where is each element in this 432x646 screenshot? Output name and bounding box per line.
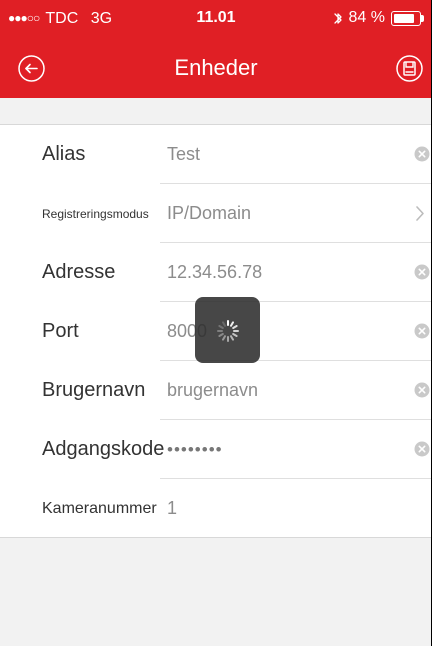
camera-number-row[interactable]: Kameranummer 1 bbox=[0, 479, 432, 538]
clear-icon[interactable] bbox=[414, 382, 430, 398]
clear-icon[interactable] bbox=[414, 323, 430, 339]
battery-percent: 84 % bbox=[348, 9, 385, 26]
username-field[interactable]: brugernavn bbox=[167, 361, 258, 420]
password-row[interactable]: Adgangskode •••••••• bbox=[0, 420, 432, 479]
address-row[interactable]: Adresse 12.34.56.78 bbox=[0, 243, 432, 302]
status-bar: ●●●○○ TDC 3G 11.01 84 % bbox=[0, 0, 432, 40]
battery-body bbox=[391, 10, 421, 26]
registration-mode-label: Registreringsmodus bbox=[42, 206, 149, 221]
clear-icon[interactable] bbox=[414, 441, 430, 457]
address-field[interactable]: 12.34.56.78 bbox=[167, 243, 262, 302]
loading-spinner-icon bbox=[217, 320, 239, 342]
save-icon[interactable] bbox=[395, 54, 424, 83]
registration-mode-value[interactable]: IP/Domain bbox=[167, 184, 251, 243]
username-label: Brugernavn bbox=[42, 379, 146, 401]
camera-number-field[interactable]: 1 bbox=[167, 479, 177, 538]
navigation-bar: Enheder bbox=[0, 40, 432, 98]
alias-row[interactable]: Alias Test bbox=[0, 125, 432, 184]
port-label: Port bbox=[42, 320, 79, 342]
alias-label: Alias bbox=[42, 143, 86, 165]
app-screen: ●●●○○ TDC 3G 11.01 84 % Enheder Alias Te… bbox=[0, 0, 432, 646]
alias-field[interactable]: Test bbox=[167, 125, 200, 184]
username-row[interactable]: Brugernavn brugernavn bbox=[0, 361, 432, 420]
clear-icon[interactable] bbox=[414, 264, 430, 280]
camera-number-label: Kameranummer bbox=[42, 499, 157, 517]
page-title: Enheder bbox=[174, 55, 258, 80]
battery-fill bbox=[394, 13, 415, 23]
clear-icon[interactable] bbox=[414, 146, 430, 162]
battery-tip bbox=[421, 14, 424, 22]
chevron-right-icon[interactable] bbox=[415, 205, 425, 222]
registration-mode-row[interactable]: Registreringsmodus IP/Domain bbox=[0, 184, 432, 243]
password-field[interactable]: •••••••• bbox=[167, 420, 223, 479]
status-right: 84 % bbox=[333, 7, 424, 29]
address-label: Adresse bbox=[42, 261, 116, 283]
loading-overlay bbox=[195, 297, 260, 363]
password-label: Adgangskode bbox=[42, 438, 165, 460]
battery-icon bbox=[391, 10, 424, 26]
app-header: ●●●○○ TDC 3G 11.01 84 % Enheder bbox=[0, 0, 432, 98]
bluetooth-icon bbox=[333, 12, 342, 24]
